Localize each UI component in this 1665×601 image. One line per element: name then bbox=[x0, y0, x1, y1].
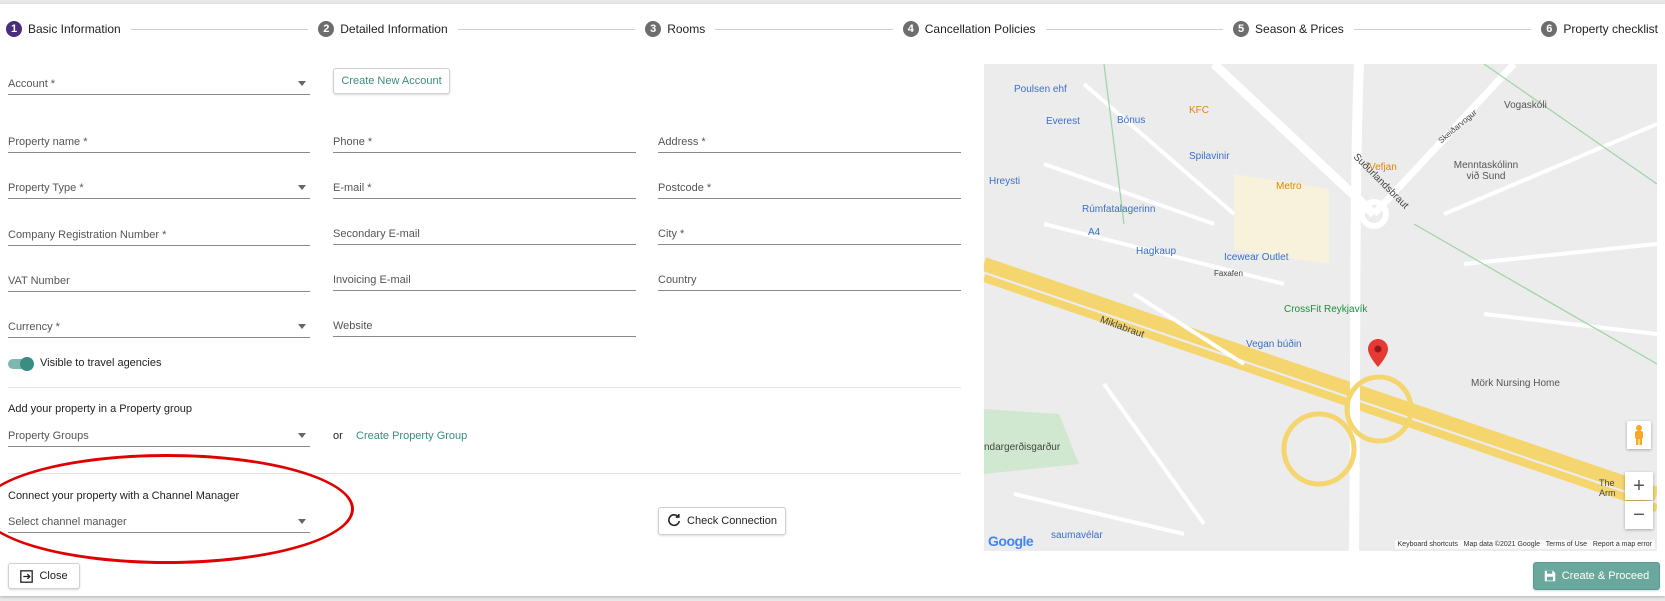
secondary-email-input[interactable]: Secondary E-mail bbox=[333, 222, 636, 245]
step-basic-information[interactable]: 1 Basic Information bbox=[6, 21, 121, 37]
street-view-pegman-icon[interactable] bbox=[1627, 421, 1651, 449]
account-select[interactable]: Account * bbox=[8, 72, 310, 95]
chevron-down-icon bbox=[298, 324, 306, 329]
map-label: Vegan búðin bbox=[1246, 339, 1302, 350]
chevron-down-icon bbox=[298, 81, 306, 86]
exit-icon bbox=[20, 569, 34, 583]
website-input[interactable]: Website bbox=[333, 314, 636, 337]
postcode-input[interactable]: Postcode * bbox=[658, 176, 961, 199]
save-icon bbox=[1544, 570, 1556, 582]
email-input[interactable]: E-mail * bbox=[333, 176, 636, 199]
map-label: Faxafen bbox=[1214, 269, 1243, 278]
map-label: Rúmfatalagerinn bbox=[1082, 204, 1156, 215]
report-map-error-link[interactable]: Report a map error bbox=[1593, 541, 1652, 548]
map-label: Mörk Nursing Home bbox=[1471, 378, 1560, 389]
country-input[interactable]: Country bbox=[658, 268, 961, 291]
step-cancellation-policies[interactable]: 4 Cancellation Policies bbox=[902, 21, 1036, 37]
zoom-in-button[interactable]: + bbox=[1625, 472, 1653, 500]
step-rooms[interactable]: 3 Rooms bbox=[645, 21, 705, 37]
divider bbox=[8, 387, 961, 388]
map-label: saumavélar bbox=[1051, 530, 1103, 541]
currency-select[interactable]: Currency * bbox=[8, 315, 310, 338]
refresh-icon bbox=[668, 514, 681, 527]
map-label: Vogaskóli bbox=[1504, 100, 1547, 111]
map-label: Menntaskólinn við Sund bbox=[1453, 160, 1519, 182]
close-button[interactable]: Close bbox=[8, 563, 80, 589]
stepper: 1 Basic Information 2 Detailed Information… bbox=[6, 18, 1658, 40]
step-season-prices[interactable]: 5 Season & Prices bbox=[1233, 21, 1344, 37]
map-label: Everest bbox=[1046, 116, 1080, 127]
visible-to-agencies-toggle[interactable] bbox=[8, 357, 34, 371]
map-label: Icewear Outlet bbox=[1224, 252, 1289, 263]
keyboard-shortcuts-link[interactable]: Keyboard shortcuts bbox=[1398, 541, 1458, 548]
map-data-text: Map data ©2021 Google bbox=[1463, 541, 1541, 548]
map-label: A4 bbox=[1088, 227, 1101, 238]
map-label: Hreysti bbox=[989, 176, 1021, 187]
step-connector bbox=[130, 28, 309, 30]
check-connection-button[interactable]: Check Connection bbox=[658, 507, 786, 535]
create-proceed-button[interactable]: Create & Proceed bbox=[1533, 562, 1660, 590]
map-label: Hagkaup bbox=[1136, 246, 1177, 257]
city-input[interactable]: City * bbox=[658, 222, 961, 245]
step-connector bbox=[715, 28, 893, 30]
vat-number-input[interactable]: VAT Number bbox=[8, 269, 310, 292]
map-marker-icon bbox=[1368, 339, 1388, 367]
address-input[interactable]: Address * bbox=[658, 130, 961, 153]
step-property-checklist[interactable]: 6 Property checklist bbox=[1541, 21, 1658, 37]
map-label: ndargerðisgarður bbox=[984, 442, 1061, 453]
zoom-out-button[interactable]: − bbox=[1625, 501, 1653, 529]
map-view[interactable]: Poulsen ehf Bónus KFC Everest Spilavinir… bbox=[984, 64, 1657, 551]
or-text: or bbox=[333, 430, 343, 442]
create-new-account-button[interactable]: Create New Account bbox=[333, 68, 450, 94]
property-name-input[interactable]: Property name * bbox=[8, 130, 310, 153]
create-property-group-link[interactable]: Create Property Group bbox=[356, 430, 467, 442]
map-label: CrossFit Reykjavík bbox=[1284, 304, 1368, 315]
step-connector bbox=[457, 28, 636, 30]
chevron-down-icon bbox=[298, 433, 306, 438]
company-registration-input[interactable]: Company Registration Number * bbox=[8, 223, 310, 246]
chevron-down-icon bbox=[298, 185, 306, 190]
step-connector bbox=[1353, 28, 1532, 30]
phone-input[interactable]: Phone * bbox=[333, 130, 636, 153]
invoicing-email-input[interactable]: Invoicing E-mail bbox=[333, 268, 636, 291]
property-type-select[interactable]: Property Type * bbox=[8, 176, 310, 199]
property-wizard-dialog: 1 Basic Information 2 Detailed Information… bbox=[0, 4, 1665, 596]
visible-to-agencies-label: Visible to travel agencies bbox=[40, 357, 162, 369]
property-groups-select[interactable]: Property Groups bbox=[8, 424, 310, 447]
map-label: Spilavinir bbox=[1189, 151, 1230, 162]
map-label: The Arm bbox=[1599, 478, 1616, 498]
google-logo: Google bbox=[988, 533, 1034, 549]
highlight-ellipse bbox=[0, 454, 354, 564]
map-label: KFC bbox=[1189, 105, 1209, 116]
map-footer: Keyboard shortcuts Map data ©2021 Google… bbox=[1394, 540, 1655, 549]
map-label: Bónus bbox=[1117, 115, 1146, 126]
step-connector bbox=[1045, 28, 1224, 30]
step-detailed-information[interactable]: 2 Detailed Information bbox=[318, 21, 448, 37]
terms-of-use-link[interactable]: Terms of Use bbox=[1546, 541, 1587, 548]
property-group-heading: Add your property in a Property group bbox=[8, 403, 193, 415]
toggle-knob bbox=[20, 357, 34, 371]
map-label: Poulsen ehf bbox=[1014, 84, 1067, 95]
map-label: Metro bbox=[1276, 181, 1302, 192]
